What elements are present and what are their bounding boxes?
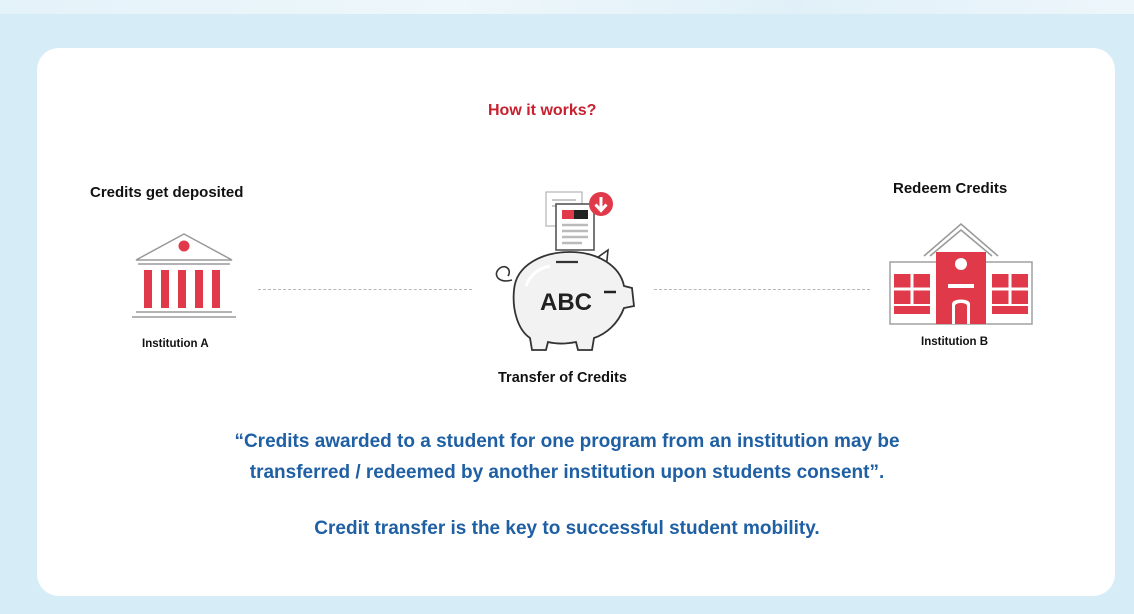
deposit-heading: Credits get deposited bbox=[90, 184, 244, 201]
quote-line-2: transferred / redeemed by another instit… bbox=[249, 462, 885, 483]
piggy-label: ABC bbox=[540, 289, 592, 316]
left-connector bbox=[258, 289, 472, 290]
institution-building-icon bbox=[132, 233, 236, 318]
download-document-icon bbox=[545, 191, 613, 251]
transfer-caption: Transfer of Credits bbox=[498, 370, 627, 386]
top-strip bbox=[0, 0, 1134, 14]
institution-a-caption: Institution A bbox=[142, 338, 209, 350]
quote-line-1: “Credits awarded to a student for one pr… bbox=[234, 431, 900, 452]
right-connector bbox=[654, 289, 870, 290]
quote-text: “Credits awarded to a student for one pr… bbox=[120, 426, 1014, 488]
tagline: Credit transfer is the key to successful… bbox=[314, 518, 820, 539]
page-title: How it works? bbox=[488, 102, 597, 119]
school-building-icon bbox=[889, 222, 1033, 325]
piggy-bank-icon: ABC bbox=[495, 248, 635, 351]
institution-b-caption: Institution B bbox=[921, 336, 989, 348]
redeem-heading: Redeem Credits bbox=[893, 180, 1008, 197]
